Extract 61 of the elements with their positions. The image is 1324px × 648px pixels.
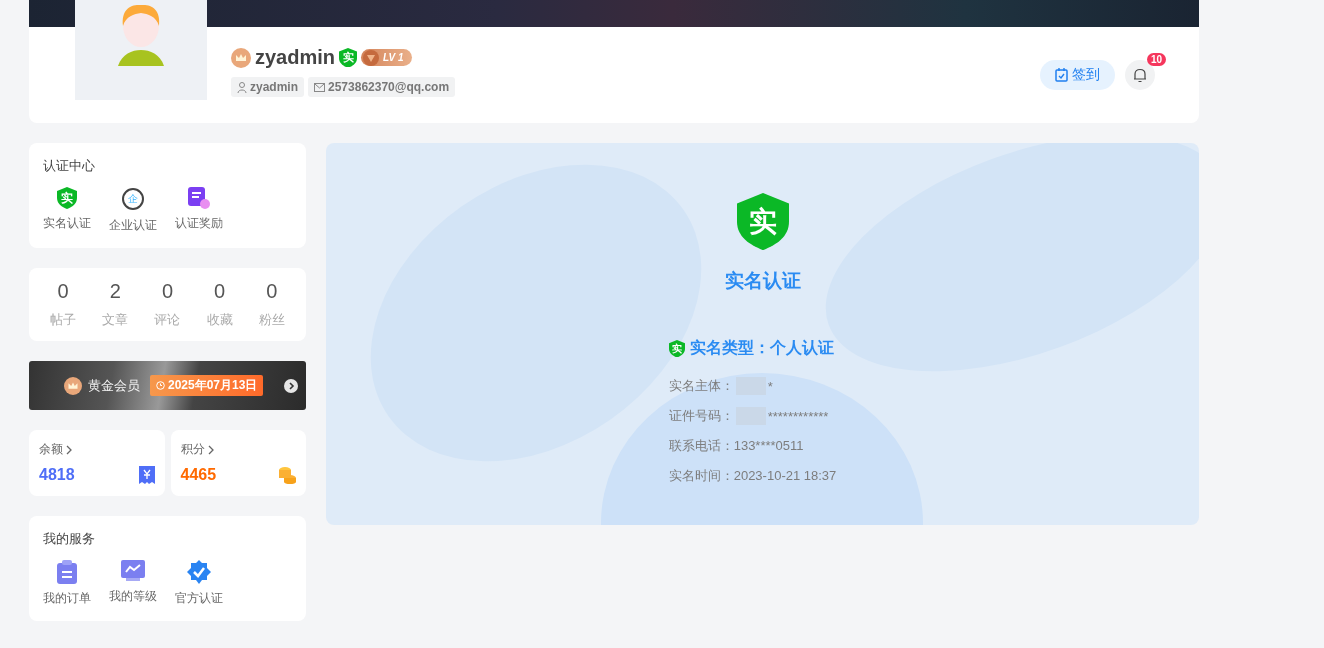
wallet-value: 4818 [39, 466, 75, 484]
calendar-check-icon [1055, 68, 1068, 82]
clipboard-icon [56, 560, 78, 584]
document-icon [188, 187, 210, 209]
verification-field: 证件号码： ************ [668, 407, 837, 426]
stat-value: 0 [266, 280, 278, 303]
crown-badge-icon [64, 376, 82, 395]
stat-label: 帖子 [50, 311, 77, 329]
checkin-button[interactable]: 签到 [1040, 60, 1115, 90]
vip-banner[interactable]: 黄金会员 2025年07月13日 [29, 361, 306, 410]
verified-shield-icon: 实 [736, 193, 789, 251]
user-icon [237, 81, 247, 93]
service-link[interactable]: 我的订单 [43, 590, 91, 607]
circle-icon: 企 [122, 188, 144, 210]
coins-icon [278, 466, 296, 484]
stat-value: 0 [57, 280, 69, 303]
shield-icon: 实 [57, 187, 77, 209]
stat-label: 收藏 [206, 311, 233, 329]
vip-expiry: 2025年07月13日 [150, 375, 264, 396]
crown-badge-icon [231, 47, 251, 68]
email-chip: 2573862370@qq.com [308, 77, 456, 97]
stat-label: 评论 [154, 311, 181, 329]
yuan-ticket-icon [138, 466, 155, 484]
wallet-link[interactable]: 积分 [180, 441, 296, 458]
cert-link[interactable]: 企业认证 [109, 217, 157, 234]
chevron-right-icon [207, 444, 215, 455]
verification-title: 实名认证 [724, 269, 801, 294]
verified-badge: 实 [668, 339, 685, 358]
verified-check-icon [187, 560, 211, 584]
notification-count: 10 [1146, 53, 1166, 66]
service-link[interactable]: 我的等级 [109, 588, 157, 605]
verification-field: 联系电话：133****0511 [668, 437, 837, 456]
vip-label: 黄金会员 [88, 376, 140, 395]
wallet-link[interactable]: 余额 [39, 441, 155, 458]
cert-link[interactable]: 实名认证 [43, 215, 91, 232]
service-link[interactable]: 官方认证 [175, 590, 223, 607]
chart-monitor-icon [121, 560, 145, 582]
chevron-right-icon [66, 444, 73, 455]
card-title: 我的服务 [43, 530, 96, 548]
avatar-silhouette-icon [118, 4, 164, 66]
arrow-circle-icon [284, 378, 298, 393]
stat-value: 2 [109, 280, 121, 303]
username: zyadmin [255, 46, 336, 69]
verification-field: 实名主体： * [668, 377, 837, 396]
wallet-value: 4465 [180, 466, 217, 484]
clock-icon [156, 381, 165, 390]
card-title: 认证中心 [43, 157, 96, 175]
stat-value: 0 [214, 280, 226, 303]
wallet-label: 余额 [39, 441, 63, 458]
wallet-label: 积分 [180, 441, 205, 458]
stat-value: 0 [161, 280, 174, 303]
stat-label: 文章 [102, 311, 129, 329]
level-badge: LV 1 [361, 49, 412, 66]
stat-label: 粉丝 [258, 311, 285, 329]
bell-icon [1133, 67, 1147, 83]
verification-field: 实名时间：2023-10-21 18:37 [668, 467, 837, 486]
mail-icon [314, 82, 325, 92]
account-chip: zyadmin [231, 77, 304, 97]
verified-badge: 实 [339, 47, 358, 68]
cert-link[interactable]: 认证奖励 [175, 215, 223, 232]
verification-type: 实名类型：个人认证 [689, 338, 834, 359]
